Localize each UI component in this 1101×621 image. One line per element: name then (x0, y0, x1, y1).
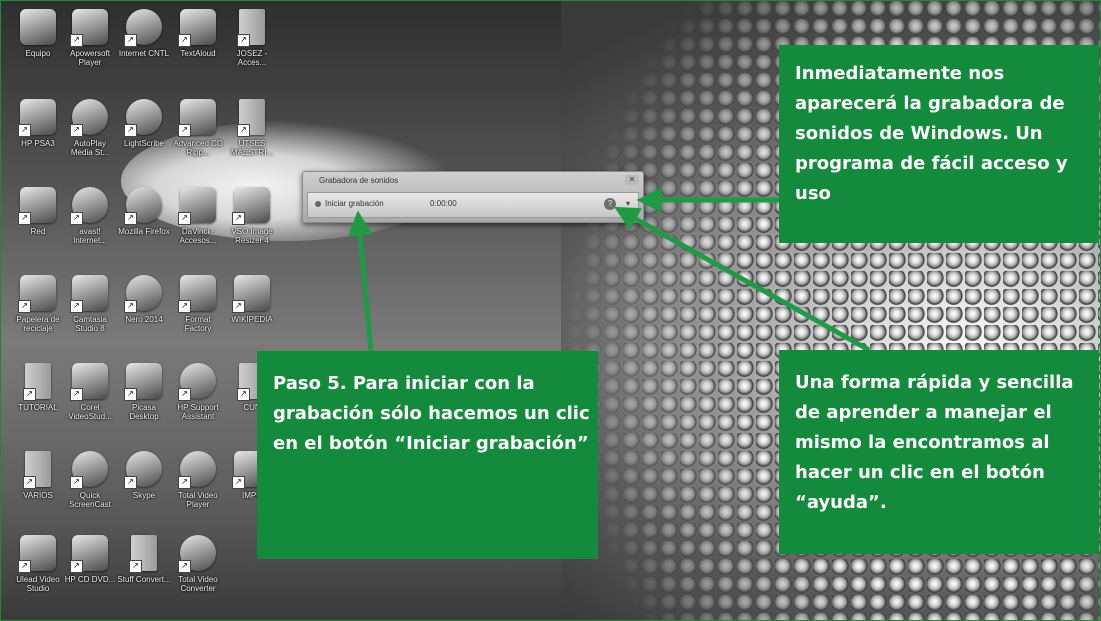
arrow-to-start-button (347, 210, 374, 352)
desktop-screenshot: Equipo ↗ Apowersoft Player ↗ Internet CNTL ↗ T… (0, 0, 1101, 621)
callout-recorder-appears: Inmediatamente nos aparecerá la grabador… (779, 45, 1099, 243)
callout-step-5: Paso 5. Para iniciar con la grabación só… (257, 351, 598, 559)
callout-help-button: Una forma rápida y sencilla de aprender … (779, 350, 1099, 554)
